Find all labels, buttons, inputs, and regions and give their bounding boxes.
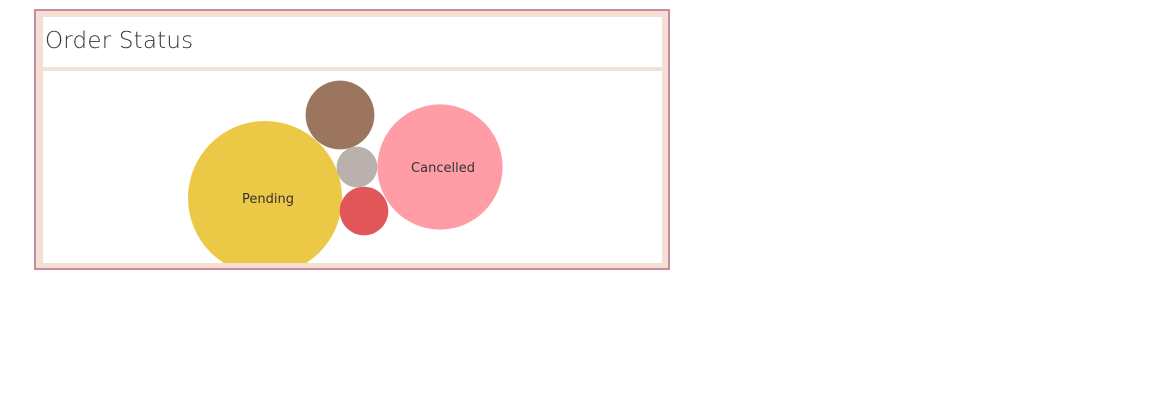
title-pane: Order Status — [43, 17, 662, 67]
bubble-4[interactable] — [336, 146, 378, 188]
bubble-2[interactable] — [305, 80, 375, 150]
bubble-label-0: Pending — [242, 192, 294, 207]
bubble-chart: Pending Cancelled — [188, 80, 503, 263]
bubble-label-1: Cancelled — [411, 161, 475, 176]
dashboard: Order Status Pending Cancelled — [34, 9, 670, 270]
bubble-3[interactable] — [339, 186, 389, 236]
dashboard-title: Order Status — [45, 28, 194, 54]
chart-pane: Pending Cancelled — [43, 71, 662, 263]
